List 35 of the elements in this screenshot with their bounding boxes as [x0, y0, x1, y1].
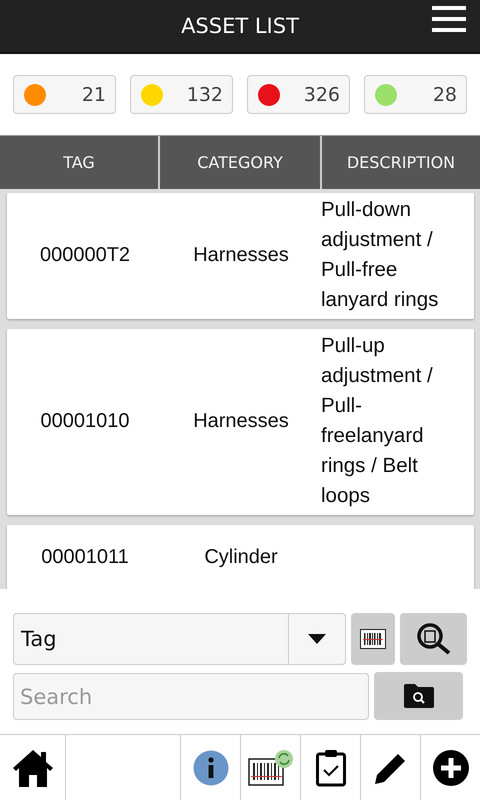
info-icon — [192, 750, 228, 786]
field-dropdown[interactable]: Tag — [13, 613, 346, 665]
table-cell-text: 000000T2 — [40, 243, 130, 268]
table-cell-text: Harnesses — [193, 243, 289, 268]
table-cell-text: Pull-up adjustment / Pull-freelanyard rings / Belt loops — [321, 333, 434, 509]
folder-search-icon — [404, 684, 434, 708]
caret-icon — [308, 634, 326, 644]
column-header[interactable]: TAG — [0, 136, 158, 189]
status-filter-button[interactable]: 326 — [247, 75, 350, 114]
home-icon — [12, 748, 52, 786]
folder-search-button[interactable] — [374, 672, 463, 720]
status-filter-button[interactable]: 21 — [13, 75, 116, 114]
table-cell-text: Cylinder — [204, 545, 278, 570]
table-cell-text: 00001011 — [41, 545, 129, 570]
column-header[interactable]: DESCRIPTION — [322, 136, 480, 189]
table-cell-text: 00001010 — [40, 409, 130, 434]
search-field[interactable]: Search — [13, 673, 369, 720]
table-row[interactable]: 00001011 Cylinder — [7, 525, 474, 589]
status-filter-button[interactable]: 28 — [364, 75, 467, 114]
plus-icon — [432, 750, 468, 786]
menu-icon[interactable] — [432, 6, 466, 32]
table-row[interactable]: 000000T2 Harnesses Pull-down adjustment / Pull-free lanyard rings — [7, 193, 474, 319]
column-header[interactable]: CATEGORY — [160, 136, 320, 189]
page-title: ASSET LIST — [181, 14, 299, 38]
table-cell-text: Pull-down adjustment / Pull-free lanyard rings — [321, 197, 440, 313]
pencil-icon — [374, 752, 406, 784]
table-cell-text: Harnesses — [193, 409, 289, 434]
status-filter-button[interactable]: 132 — [130, 75, 233, 114]
table-row[interactable]: 00001010 Harnesses Pull-up adjustment / Pull-freelanyard rings / Belt loops — [7, 329, 474, 515]
barcode-icon — [360, 629, 386, 649]
search-icon — [416, 623, 452, 655]
barcode-button[interactable] — [351, 613, 395, 665]
barcode-sync-icon — [248, 748, 294, 786]
clipboard-check-icon — [316, 748, 346, 786]
search-button[interactable] — [400, 613, 467, 665]
